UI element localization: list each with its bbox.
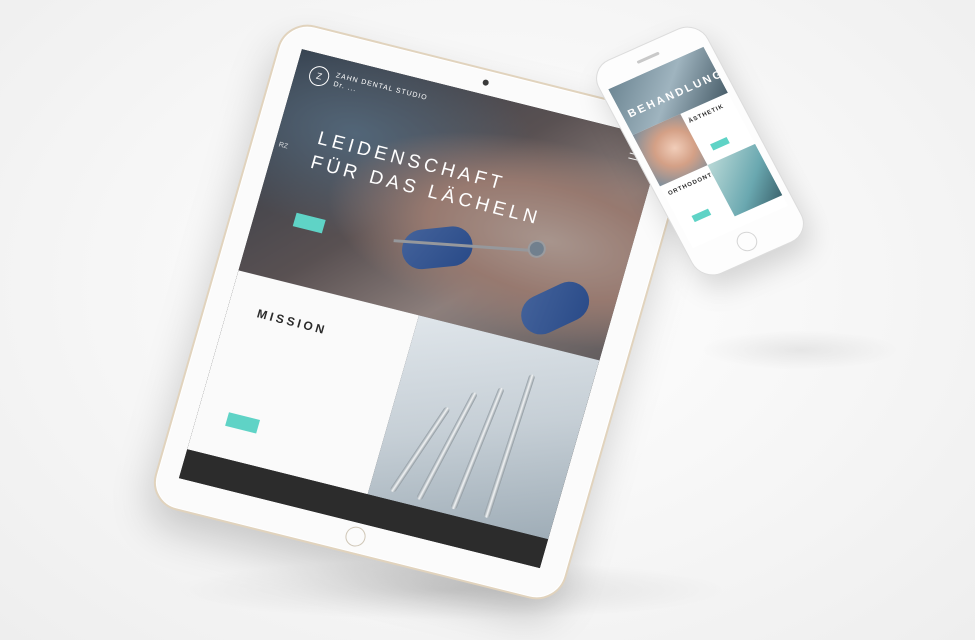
camera-icon — [481, 78, 490, 87]
speaker-icon — [636, 51, 660, 64]
phone-shadow — [700, 330, 900, 370]
handpiece-image — [483, 373, 536, 519]
home-button-icon — [343, 524, 368, 549]
mission-text — [240, 345, 366, 376]
mission-title: MISSION — [255, 306, 329, 338]
treatment-label: ÄSTHETIK — [687, 103, 726, 125]
mission-cta-button[interactable] — [225, 412, 261, 434]
treatment-button[interactable] — [710, 137, 730, 151]
home-button-icon — [733, 228, 761, 255]
treatment-button[interactable] — [691, 208, 712, 223]
tablet-screen: Z ZAHN DENTAL STUDIO Dr. ... RZ LEIDENSC… — [178, 49, 663, 569]
